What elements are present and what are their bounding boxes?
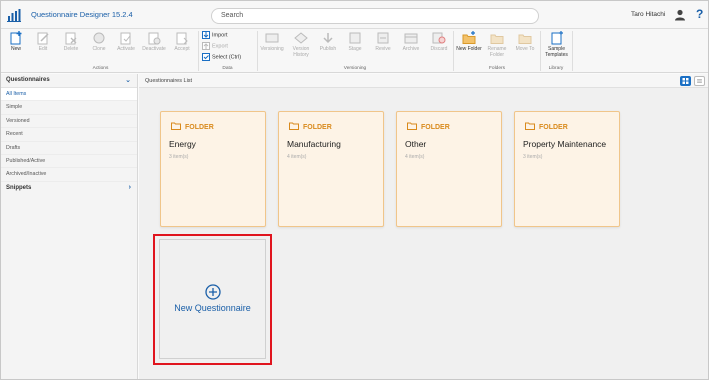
- publish-icon: [323, 33, 333, 44]
- data-group-label: Data: [222, 66, 233, 71]
- delete-icon: [65, 32, 77, 45]
- list-view-icon[interactable]: [694, 76, 705, 86]
- folder-icon: [407, 122, 417, 130]
- title-bar: Questionnaire Designer 15.2.4 Search Tar…: [1, 1, 708, 29]
- activate-button[interactable]: Activate: [114, 31, 138, 52]
- new-questionnaire-card[interactable]: New Questionnaire: [159, 239, 266, 359]
- chevron-down-icon[interactable]: ⌄: [125, 76, 131, 84]
- stage-button[interactable]: Stage: [343, 31, 367, 52]
- folder-item-count: 4 item(s): [287, 154, 307, 160]
- folder-name: Energy: [169, 139, 196, 149]
- accept-icon: [176, 32, 188, 45]
- folder-card-property-maintenance[interactable]: FOLDER Property Maintenance 3 item(s): [514, 111, 620, 227]
- questionnaires-list-header: Questionnaires List: [139, 74, 708, 88]
- sidebar: Questionnaires ⌄ All Items Simple Versio…: [1, 74, 138, 379]
- folder-name: Other: [405, 139, 427, 149]
- folder-card-other[interactable]: FOLDER Other 4 item(s): [396, 111, 502, 227]
- new-button[interactable]: New: [4, 31, 28, 52]
- rename-folder-icon: [490, 34, 504, 44]
- edit-icon: [37, 32, 49, 45]
- select-button[interactable]: Select (Ctrl): [202, 53, 241, 61]
- deactivate-icon: [148, 32, 161, 45]
- sidebar-item-simple[interactable]: Simple: [1, 101, 137, 115]
- user-icon[interactable]: [674, 9, 686, 21]
- discard-icon: [432, 32, 446, 44]
- versioning-button[interactable]: Versioning: [258, 31, 286, 52]
- import-button[interactable]: Import: [202, 31, 228, 39]
- new-questionnaire-label: New Questionnaire: [174, 303, 251, 313]
- stage-icon: [349, 32, 361, 44]
- folder-tag: FOLDER: [525, 122, 568, 131]
- snippets-section-header[interactable]: Snippets ›: [1, 182, 137, 196]
- delete-button[interactable]: Delete: [59, 31, 83, 52]
- new-folder-icon: [462, 31, 476, 44]
- app-logo-icon: [7, 9, 21, 22]
- questionnaires-section-header[interactable]: Questionnaires ⌄: [1, 74, 137, 88]
- sidebar-item-published-active[interactable]: Published/Active: [1, 155, 137, 169]
- sidebar-item-recent[interactable]: Recent: [1, 128, 137, 142]
- search-placeholder: Search: [221, 12, 244, 19]
- actions-group-label: Actions: [92, 66, 109, 71]
- folder-item-count: 4 item(s): [405, 154, 425, 160]
- activate-icon: [120, 32, 131, 45]
- ribbon-separator: [572, 31, 573, 71]
- export-icon: [202, 42, 210, 50]
- folder-item-count: 3 item(s): [169, 154, 189, 160]
- folder-tag: FOLDER: [289, 122, 332, 131]
- import-icon: [202, 31, 210, 39]
- help-icon[interactable]: ?: [696, 7, 703, 21]
- folder-icon: [525, 122, 535, 130]
- revive-icon: [377, 32, 389, 44]
- versioning-group-label: Versioning: [343, 66, 367, 71]
- revive-button[interactable]: Revive: [371, 31, 395, 52]
- sample-templates-button[interactable]: Sample Templates: [542, 31, 571, 58]
- folder-name: Manufacturing: [287, 139, 341, 149]
- sidebar-item-all-items[interactable]: All Items: [1, 88, 137, 102]
- history-icon: [294, 32, 308, 44]
- discard-button[interactable]: Discard: [427, 31, 451, 52]
- export-button[interactable]: Export: [202, 42, 228, 50]
- new-icon: [10, 31, 22, 45]
- ribbon-separator: [453, 31, 454, 71]
- folder-icon: [289, 122, 299, 130]
- templates-icon: [551, 31, 563, 45]
- rename-folder-button[interactable]: Rename Folder: [484, 31, 510, 58]
- user-name[interactable]: Taro Hitachi: [631, 11, 665, 18]
- new-folder-button[interactable]: New Folder: [456, 31, 482, 52]
- folder-card-manufacturing[interactable]: FOLDER Manufacturing 4 item(s): [278, 111, 384, 227]
- sidebar-item-versioned[interactable]: Versioned: [1, 115, 137, 129]
- clone-icon: [93, 32, 105, 44]
- folder-item-count: 3 item(s): [523, 154, 543, 160]
- library-group-label: Library: [548, 66, 564, 71]
- clone-button[interactable]: Clone: [87, 31, 111, 52]
- move-folder-icon: [518, 34, 532, 44]
- edit-button[interactable]: Edit: [31, 31, 55, 52]
- versioning-icon: [265, 33, 279, 43]
- folder-name: Property Maintenance: [523, 139, 607, 149]
- folders-group-label: Folders: [489, 66, 505, 71]
- folder-tag: FOLDER: [407, 122, 450, 131]
- folder-icon: [171, 122, 181, 130]
- grid-view-icon[interactable]: [680, 76, 691, 86]
- archive-button[interactable]: Archive: [399, 31, 423, 52]
- plus-circle-icon: [205, 284, 221, 300]
- chevron-right-icon[interactable]: ›: [129, 184, 131, 191]
- folder-card-energy[interactable]: FOLDER Energy 3 item(s): [160, 111, 266, 227]
- app-title: Questionnaire Designer 15.2.4: [31, 10, 133, 19]
- version-history-button[interactable]: Version History: [287, 31, 315, 58]
- checkbox-icon: [202, 53, 210, 61]
- ribbon-separator: [540, 31, 541, 71]
- folder-tag: FOLDER: [171, 122, 214, 131]
- move-to-button[interactable]: Move To: [512, 31, 538, 52]
- ribbon-separator: [198, 31, 199, 71]
- page-title: Questionnaires List: [145, 78, 193, 84]
- accept-button[interactable]: Accept: [170, 31, 194, 52]
- deactivate-button[interactable]: Deactivate: [142, 31, 166, 52]
- sidebar-item-drafts[interactable]: Drafts: [1, 142, 137, 155]
- search-input[interactable]: Search: [211, 8, 539, 24]
- ribbon-toolbar: New Edit Delete Clone Activate Deactivat…: [1, 29, 708, 73]
- sidebar-item-archived-inactive[interactable]: Archived/Inactive: [1, 168, 137, 182]
- publish-button[interactable]: Publish: [316, 31, 340, 52]
- archive-icon: [404, 33, 418, 44]
